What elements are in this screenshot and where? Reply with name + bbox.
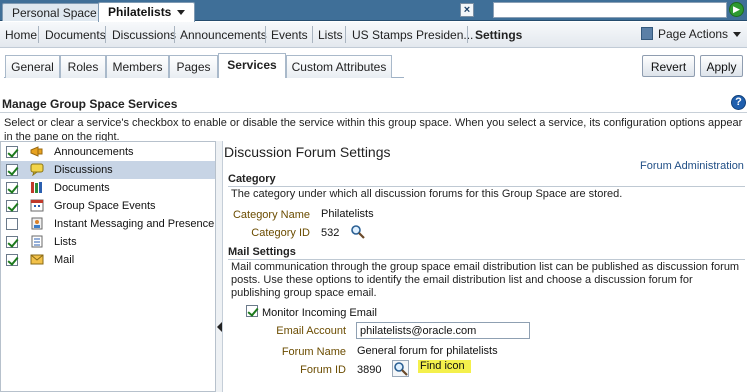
category-id-value: 532: [321, 227, 340, 239]
nav-announcements[interactable]: Announcements: [180, 28, 267, 42]
nav-separator: [345, 26, 346, 43]
speech-bubble-icon: [30, 163, 44, 176]
service-label: Mail: [54, 254, 75, 266]
divider: [0, 112, 747, 113]
tab-roles[interactable]: Roles: [60, 55, 106, 78]
search-icon[interactable]: [350, 224, 365, 239]
nav-events[interactable]: Events: [271, 28, 308, 42]
service-item-documents[interactable]: Documents: [1, 179, 215, 197]
service-item-instant-messaging[interactable]: Instant Messaging and Presence: [1, 215, 215, 233]
forum-name-value: General forum for philatelists: [357, 345, 498, 357]
settings-pane: Discussion Forum Settings Forum Administ…: [224, 141, 747, 392]
category-name-value: Philatelists: [321, 208, 374, 220]
category-id-label: Category ID: [251, 227, 310, 239]
settings-title: Discussion Forum Settings: [224, 144, 391, 160]
nav-separator: [467, 26, 468, 43]
tab-custom-attributes[interactable]: Custom Attributes: [286, 55, 392, 78]
chevron-down-icon: [733, 32, 742, 38]
tab-personal-space[interactable]: Personal Space: [2, 3, 107, 21]
group-space-nav: Home Documents Discussions Announcements…: [0, 22, 747, 48]
service-checkbox[interactable]: [6, 236, 18, 248]
revert-button[interactable]: Revert: [642, 55, 695, 77]
tab-label: Personal Space: [12, 6, 97, 20]
list-icon: [31, 235, 43, 248]
tab-pages[interactable]: Pages: [169, 55, 218, 78]
top-bar: Personal Space Philatelists × ▶: [0, 0, 747, 22]
books-icon: [31, 182, 42, 193]
chevron-down-icon[interactable]: [177, 10, 186, 16]
tab-general[interactable]: General: [5, 55, 60, 78]
nav-us-stamps[interactable]: US Stamps Presiden...: [352, 28, 473, 42]
tab-label: Philatelists: [108, 5, 172, 19]
help-icon[interactable]: ?: [731, 95, 746, 110]
nav-home[interactable]: Home: [5, 28, 37, 42]
close-icon[interactable]: ×: [460, 3, 474, 17]
find-icon-callout: Find icon: [418, 360, 471, 373]
nav-discussions[interactable]: Discussions: [112, 28, 176, 42]
envelope-icon: [30, 254, 44, 265]
divider: [228, 186, 745, 187]
tab-members[interactable]: Members: [106, 55, 169, 78]
forum-id-label: Forum ID: [300, 364, 346, 376]
megaphone-icon: [30, 146, 43, 157]
tab-services[interactable]: Services: [218, 53, 286, 78]
forum-administration-link[interactable]: Forum Administration: [640, 160, 744, 172]
nav-documents[interactable]: Documents: [45, 28, 106, 42]
service-checkbox[interactable]: [6, 146, 18, 158]
service-item-mail[interactable]: Mail: [1, 251, 215, 269]
nav-settings[interactable]: Settings: [475, 28, 522, 42]
service-label: Announcements: [54, 146, 134, 158]
service-checkbox[interactable]: [6, 200, 18, 212]
tab-philatelists[interactable]: Philatelists: [98, 2, 196, 22]
page-description: Select or clear a service's checkbox to …: [4, 117, 743, 143]
mail-description-line-1: Mail communication through the group spa…: [231, 261, 740, 273]
page-actions-menu[interactable]: Page Actions: [641, 27, 742, 41]
service-item-group-space-events[interactable]: Group Space Events: [1, 197, 215, 215]
service-label: Documents: [54, 182, 110, 194]
mail-settings-heading: Mail Settings: [228, 246, 296, 258]
mail-description-line-2: posts. Use these options to identify the…: [231, 274, 693, 286]
page-actions-icon: [641, 27, 653, 40]
apply-button[interactable]: Apply: [700, 55, 743, 77]
email-account-label: Email Account: [276, 325, 346, 337]
forum-name-label: Forum Name: [281, 346, 346, 358]
service-item-discussions[interactable]: Discussions: [1, 161, 215, 179]
category-description: The category under which all discussion …: [231, 188, 623, 200]
page-actions-label: Page Actions: [658, 27, 729, 41]
service-label: Lists: [54, 236, 77, 248]
settings-tabs: General Roles Members Pages Services Cus…: [0, 49, 747, 80]
mail-description-line-3: publishing group space email.: [231, 287, 377, 299]
service-checkbox[interactable]: [6, 254, 18, 266]
collapse-arrow-icon[interactable]: [217, 322, 222, 332]
nav-separator: [265, 26, 266, 43]
service-label: Discussions: [54, 164, 113, 176]
category-heading: Category: [228, 173, 276, 185]
go-arrow-icon[interactable]: ▶: [729, 2, 744, 17]
category-name-label: Category Name: [232, 209, 310, 221]
service-checkbox[interactable]: [6, 182, 18, 194]
nav-separator: [105, 26, 106, 43]
service-label: Group Space Events: [54, 200, 156, 212]
service-checkbox[interactable]: [6, 218, 18, 230]
forum-id-value: 3890: [357, 364, 382, 376]
monitor-incoming-email-label: Monitor Incoming Email: [262, 307, 377, 319]
services-list: Announcements Discussions Documents Grou…: [0, 141, 216, 392]
nav-separator: [312, 26, 313, 43]
page-title: Manage Group Space Services: [2, 97, 178, 111]
search-input[interactable]: [493, 2, 727, 18]
nav-separator: [38, 26, 39, 43]
service-checkbox[interactable]: [6, 164, 18, 176]
calendar-icon: [30, 199, 44, 212]
nav-separator: [174, 26, 175, 43]
email-account-field[interactable]: philatelists@oracle.com: [356, 322, 530, 339]
service-item-announcements[interactable]: Announcements: [1, 143, 215, 161]
service-item-lists[interactable]: Lists: [1, 233, 215, 251]
nav-lists[interactable]: Lists: [318, 28, 343, 42]
divider: [228, 259, 745, 260]
im-presence-icon: [31, 217, 43, 230]
service-label: Instant Messaging and Presence: [54, 218, 215, 230]
monitor-incoming-email-checkbox[interactable]: [246, 305, 258, 317]
pane-splitter[interactable]: [216, 141, 223, 392]
search-icon[interactable]: [392, 360, 409, 377]
